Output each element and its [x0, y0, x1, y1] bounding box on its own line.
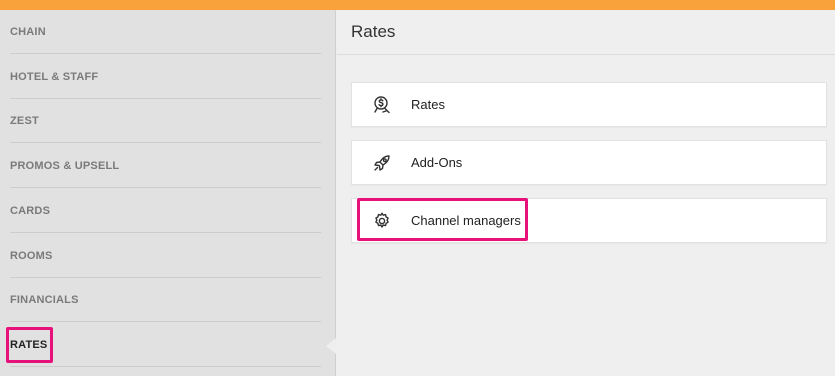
sidebar-item-financials[interactable]: FINANCIALS: [10, 278, 321, 322]
card-channel-managers-label: Channel managers: [411, 213, 521, 228]
card-add-ons[interactable]: Add-Ons: [351, 140, 827, 185]
page-title: Rates: [351, 22, 396, 41]
card-add-ons-label: Add-Ons: [411, 155, 463, 170]
sidebar-item-label: ROOMS: [10, 249, 53, 262]
sidebar-item-label: FINANCIALS: [10, 293, 79, 306]
sidebar-item-label: PROMOS & UPSELL: [10, 159, 120, 172]
sidebar-item-cards[interactable]: CARDS: [10, 189, 321, 233]
card-channel-managers[interactable]: Channel managers: [351, 198, 827, 243]
sidebar-item-label: CARDS: [10, 204, 51, 217]
rates-dollar-icon: [372, 95, 392, 115]
sidebar-item-chain[interactable]: CHAIN: [10, 10, 321, 54]
top-accent-bar: [0, 0, 835, 10]
main-panel: Rates Rates Add-Ons Channel managers: [337, 10, 835, 376]
sidebar-item-label: HOTEL & STAFF: [10, 70, 99, 83]
sidebar-item-promos-upsell[interactable]: PROMOS & UPSELL: [10, 144, 321, 188]
sidebar-item-rates[interactable]: RATES: [10, 323, 321, 367]
sidebar-item-label: ZEST: [10, 114, 39, 127]
sidebar-item-zest[interactable]: ZEST: [10, 99, 321, 143]
sidebar-item-label: CHAIN: [10, 25, 46, 38]
sidebar-item-label: RATES: [10, 338, 48, 351]
gear-icon: [372, 211, 392, 231]
sidebar-item-hotel-staff[interactable]: HOTEL & STAFF: [10, 55, 321, 99]
page-header: Rates: [337, 10, 835, 55]
active-item-pointer: [326, 338, 336, 354]
card-rates[interactable]: Rates: [351, 82, 827, 127]
rocket-icon: [372, 153, 392, 173]
sidebar: CHAIN HOTEL & STAFF ZEST PROMOS & UPSELL…: [0, 10, 336, 376]
card-rates-label: Rates: [411, 97, 445, 112]
sidebar-item-rooms[interactable]: ROOMS: [10, 234, 321, 278]
